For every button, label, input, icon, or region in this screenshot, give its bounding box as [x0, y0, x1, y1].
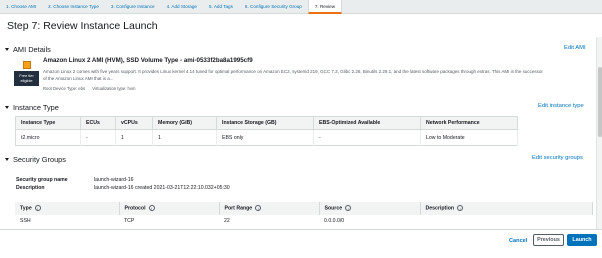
ami-details-header[interactable]: AMI Details — [5, 45, 51, 54]
page-title: Step 7: Review Instance Launch — [7, 20, 158, 32]
security-group-description-row: Description launch-wizard-16 created 202… — [16, 185, 230, 191]
launch-button[interactable]: Launch — [567, 234, 597, 246]
table-cell: - — [80, 129, 116, 146]
security-rules-table: Type i Protocol i Port Range i Source i Desc… — [15, 202, 593, 226]
info-icon[interactable]: i — [457, 205, 464, 212]
column-header[interactable]: Type i — [15, 202, 120, 215]
security-groups-heading: Security Groups — [13, 155, 66, 164]
column-header-label: Source — [324, 205, 343, 212]
info-icon[interactable]: i — [345, 205, 352, 212]
page-scrollbar[interactable] — [596, 37, 602, 229]
edit-instance-type-link[interactable]: Edit instance type — [538, 103, 584, 109]
ami-meta: Root Device Type: ebs Virtualization typ… — [43, 86, 141, 91]
table-cell: EBS only — [216, 129, 314, 146]
table-row: SSH TCP 22 0.0.0.0/0 — [15, 215, 593, 226]
column-header: Memory (GiB) — [152, 116, 217, 130]
info-icon[interactable]: i — [148, 205, 155, 212]
column-header[interactable]: Protocol i — [119, 202, 220, 215]
table-cell: TCP — [124, 217, 135, 224]
table-cell: 1 — [152, 129, 217, 146]
security-group-name-label: Security group name — [16, 177, 68, 183]
column-header: ECUs — [80, 116, 116, 130]
table-cell: 0.0.0.0/0 — [324, 217, 345, 224]
column-header-label: Protocol — [124, 205, 146, 212]
review-content: AMI Details Edit AMI Free tier eligible … — [0, 37, 596, 229]
root-device-type: Root Device Type: ebs — [43, 86, 86, 91]
column-header-label: Type — [20, 205, 32, 212]
instance-type-heading: Instance Type — [13, 103, 59, 112]
tab-review[interactable]: 7. Review — [307, 0, 343, 14]
ami-details-heading: AMI Details — [13, 45, 51, 54]
scrollbar-thumb[interactable] — [598, 67, 602, 137]
virtualization-type: Virtualization type: hvm — [92, 86, 136, 91]
instance-type-header[interactable]: Instance Type — [5, 103, 59, 112]
tab-choose-instance-type[interactable]: 2. Choose Instance Type — [42, 0, 105, 13]
cancel-button[interactable]: Cancel — [509, 238, 527, 244]
column-header[interactable]: Port Range i — [219, 202, 320, 215]
tab-add-storage[interactable]: 4. Add Storage — [161, 0, 203, 13]
collapse-caret-icon — [5, 158, 9, 161]
wizard-tab-bar: 1. Choose AMI 2. Choose Instance Type 3.… — [0, 0, 602, 14]
table-cell: SSH — [20, 217, 31, 224]
table-header-row: Type i Protocol i Port Range i Source i Desc… — [15, 202, 593, 215]
free-tier-badge-line2: eligible — [20, 78, 33, 83]
instance-type-table: Instance Type ECUs vCPUs Memory (GiB) In… — [15, 116, 518, 146]
column-header-label: Port Range — [224, 205, 253, 212]
info-icon[interactable]: i — [34, 205, 41, 212]
column-header: EBS-Optimized Available — [313, 116, 421, 130]
tab-configure-instance[interactable]: 3. Configure Instance — [105, 0, 161, 13]
column-header: Instance Type — [15, 116, 81, 130]
table-header-row: Instance Type ECUs vCPUs Memory (GiB) In… — [15, 116, 518, 130]
column-header: Instance Storage (GB) — [216, 116, 314, 130]
column-header[interactable]: Source i — [319, 202, 421, 215]
previous-button[interactable]: Previous — [533, 234, 564, 246]
ami-description: Amazon Linux 2 comes with five years sup… — [43, 69, 543, 82]
tab-configure-security-group[interactable]: 6. Configure Security Group — [239, 0, 308, 13]
table-cell: 1 — [115, 129, 153, 146]
free-tier-badge: Free tier eligible — [14, 71, 39, 86]
security-group-description-label: Description — [16, 185, 45, 191]
column-header: vCPUs — [115, 116, 153, 130]
table-row: t2.micro - 1 1 EBS only - Low to Moderat… — [15, 129, 518, 146]
security-groups-header[interactable]: Security Groups — [5, 155, 66, 164]
wizard-footer: Cancel Previous Launch — [0, 229, 602, 258]
table-cell: Low to Moderate — [420, 129, 518, 146]
column-header-label: Description — [425, 205, 455, 212]
ami-name: Amazon Linux 2 AMI (HVM), SSD Volume Typ… — [43, 57, 253, 64]
table-cell — [420, 215, 593, 226]
info-icon[interactable]: i — [255, 205, 262, 212]
tab-add-tags[interactable]: 5. Add Tags — [203, 0, 239, 13]
edit-security-groups-link[interactable]: Edit security groups — [532, 155, 583, 161]
column-header: Network Performance — [420, 116, 518, 130]
table-cell: t2.micro — [15, 129, 81, 146]
security-group-description-value: launch-wizard-16 created 2021-03-21T12:2… — [94, 185, 230, 191]
security-group-name-row: Security group name launch-wizard-16 — [16, 177, 134, 183]
edit-ami-link[interactable]: Edit AMI — [564, 45, 586, 51]
collapse-caret-icon — [5, 48, 9, 51]
table-cell: 22 — [224, 217, 230, 224]
table-cell: - — [313, 129, 421, 146]
collapse-caret-icon — [5, 106, 9, 109]
tab-choose-ami[interactable]: 1. Choose AMI — [0, 0, 42, 13]
column-header[interactable]: Description i — [420, 202, 593, 215]
security-group-name-value: launch-wizard-16 — [94, 177, 134, 183]
